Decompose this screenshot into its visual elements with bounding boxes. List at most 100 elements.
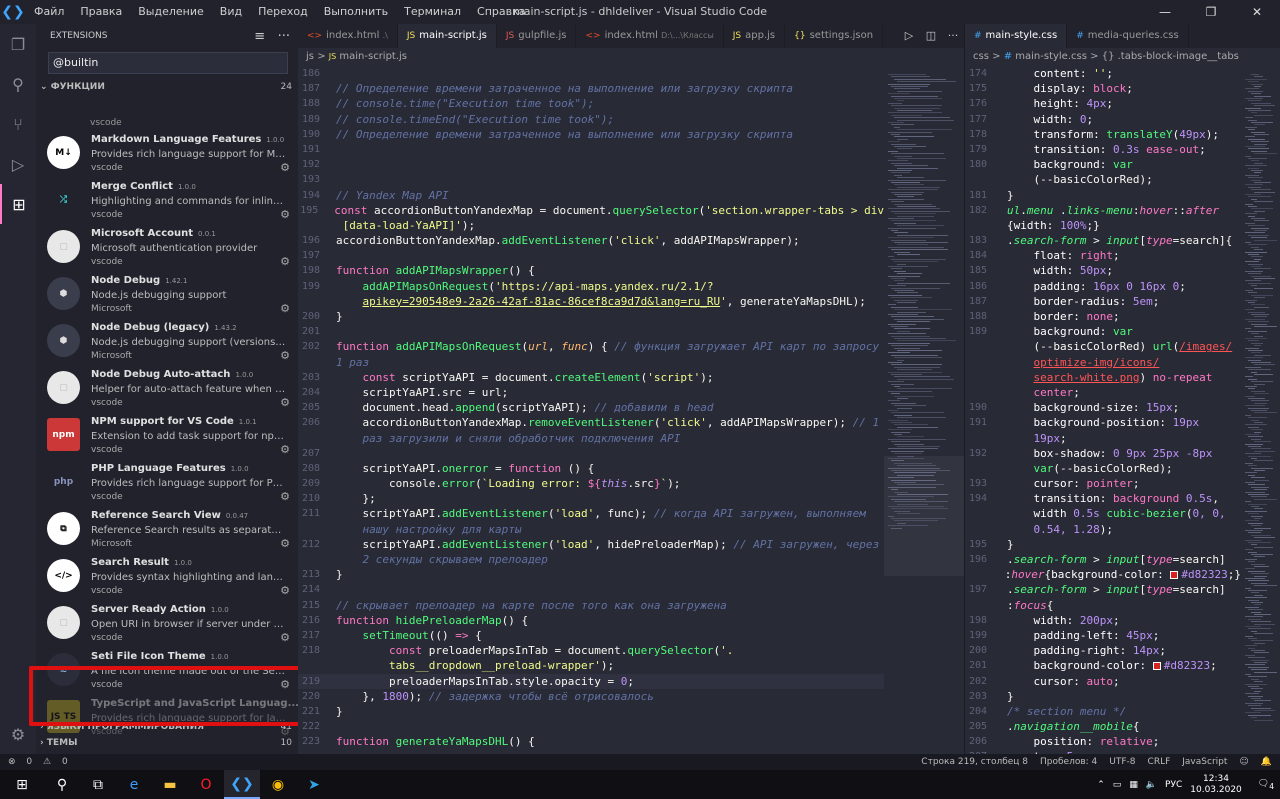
battery-icon[interactable]: ▭ <box>1113 780 1122 790</box>
gear-icon[interactable]: ⚙ <box>280 208 290 221</box>
editor-tab[interactable]: JS app.js <box>724 24 786 48</box>
extensions-search-input[interactable]: @builtin <box>48 52 288 74</box>
eol[interactable]: CRLF <box>1148 757 1171 767</box>
editor-tab[interactable]: <> index.html .\ <box>298 24 398 48</box>
edge-icon[interactable]: e <box>116 770 152 799</box>
minimap-line <box>1248 186 1261 188</box>
minimap-line <box>1251 294 1273 296</box>
more-actions-icon[interactable]: ··· <box>278 29 290 44</box>
breadcrumb-folder[interactable]: css <box>973 51 989 62</box>
gear-icon[interactable]: ⚙ <box>280 631 290 644</box>
gear-icon[interactable]: ⚙ <box>280 349 290 362</box>
breadcrumb-folder[interactable]: js <box>306 51 314 62</box>
extension-item[interactable]: M↓ Markdown Language Features 1.0.0 Provi… <box>36 130 298 177</box>
vscode-taskbar-icon[interactable]: ❮❯ <box>224 770 260 799</box>
extensions-icon[interactable]: ⊞ <box>0 184 36 224</box>
gear-icon[interactable]: ⚙ <box>280 396 290 409</box>
code-editor-main-script[interactable]: 186 187// Определение времени затраченное… <box>298 66 884 754</box>
opera-icon[interactable]: O <box>188 770 224 799</box>
minimap-line <box>1254 162 1263 164</box>
minimize-icon[interactable]: — <box>1142 0 1188 24</box>
code-line: 212 scriptYaAPI.addEventListener('load',… <box>298 537 884 552</box>
explorer-icon[interactable]: ❐ <box>0 24 36 64</box>
split-editor-icon[interactable]: ◫ <box>920 24 942 48</box>
minimap-line <box>1245 568 1255 570</box>
extension-item[interactable]: php PHP Language Features 1.0.0 Provides … <box>36 459 298 506</box>
chrome-icon[interactable]: ◉ <box>260 770 296 799</box>
breadcrumb-symbol[interactable]: {} .tabs-block-image__tabs <box>1102 51 1239 62</box>
line-number <box>965 218 987 233</box>
editor-tab[interactable]: {} settings.json <box>785 24 884 48</box>
feedback-icon[interactable]: ☺ <box>1239 757 1248 767</box>
file-explorer-icon[interactable]: ▬ <box>152 770 188 799</box>
extension-item[interactable]: ⬢ Node Debug 1.42.1 Node.js debugging sup… <box>36 271 298 318</box>
gear-icon[interactable]: ⚙ <box>280 490 290 503</box>
tray-chevron-icon[interactable]: ⌃ <box>1097 780 1105 790</box>
gear-icon[interactable]: ⚙ <box>280 584 290 597</box>
line-number: 187 <box>968 295 987 307</box>
menu-file[interactable]: Файл <box>26 0 72 24</box>
menu-edit[interactable]: Правка <box>72 0 130 24</box>
network-icon[interactable]: ▦ <box>1129 780 1138 790</box>
task-view-icon[interactable]: ⧉ <box>80 770 116 799</box>
clock[interactable]: 12:34 10.03.2020 <box>1190 774 1242 796</box>
breadcrumb-file[interactable]: main-style.css <box>1015 51 1087 62</box>
minimap-line <box>1248 177 1263 179</box>
indentation[interactable]: Пробелов: 4 <box>1040 757 1097 767</box>
section-features-header[interactable]: ⌄ ФУНКЦИИ 24 <box>36 78 298 96</box>
minimap-line <box>891 230 898 231</box>
menu-run[interactable]: Выполнить <box>316 0 396 24</box>
minimap[interactable] <box>884 66 964 754</box>
extension-item[interactable]: npm NPM support for VS Code 1.0.1 Extensi… <box>36 412 298 459</box>
volume-icon[interactable]: 🔈 <box>1146 780 1157 790</box>
restore-icon[interactable]: ❐ <box>1188 0 1234 24</box>
encoding[interactable]: UTF-8 <box>1109 757 1135 767</box>
notifications-icon[interactable]: 🔔 <box>1261 757 1272 767</box>
editor-tab[interactable]: <> index.html D:\...\Классы <box>576 24 724 48</box>
extension-item[interactable]: ⬢ Node Debug (legacy) 1.43.2 Node.js debu… <box>36 318 298 365</box>
menu-go[interactable]: Переход <box>250 0 316 24</box>
editor-tab[interactable]: JS main-script.js <box>397 24 497 48</box>
run-debug-icon[interactable]: ▷ <box>0 144 36 184</box>
gear-icon[interactable]: ⚙ <box>280 537 290 550</box>
input-language[interactable]: РУС <box>1165 780 1182 790</box>
editor-tab[interactable]: # media-queries.css <box>1067 24 1189 48</box>
search-icon[interactable]: ⚲ <box>44 770 80 799</box>
gear-icon[interactable]: ⚙ <box>280 161 290 174</box>
action-center-icon[interactable]: 🗨4 <box>1258 779 1274 791</box>
menu-selection[interactable]: Выделение <box>130 0 212 24</box>
run-icon[interactable]: ▷ <box>898 24 920 48</box>
minimap-line <box>1254 210 1265 212</box>
errors-indicator[interactable]: ⊗ 0 ⚠ 0 <box>8 757 76 767</box>
minimap-2[interactable] <box>1241 66 1280 754</box>
clear-filter-icon[interactable]: ≡ <box>254 29 265 44</box>
menu-help[interactable]: Справка <box>469 0 533 24</box>
gear-icon[interactable]: ⚙ <box>280 443 290 456</box>
manage-gear-icon[interactable]: ⚙ <box>0 725 36 744</box>
source-control-icon[interactable]: ⑂ <box>0 104 36 144</box>
cursor-position[interactable]: Строка 219, столбец 8 <box>921 757 1028 767</box>
menu-terminal[interactable]: Терминал <box>396 0 469 24</box>
minimap-line <box>1248 676 1267 678</box>
editor-tab[interactable]: JS gulpfile.js <box>497 24 577 48</box>
close-icon[interactable]: ✕ <box>1234 0 1280 24</box>
menu-view[interactable]: Вид <box>212 0 250 24</box>
editor-tab[interactable]: # main-style.css <box>965 24 1068 48</box>
more-actions-icon[interactable]: ··· <box>942 24 964 48</box>
extension-item[interactable]: ▢ Node Debug Auto-attach 1.0.0 Helper for… <box>36 365 298 412</box>
extension-item[interactable]: ▢ Server Ready Action 1.0.0 Open URI in b… <box>36 600 298 647</box>
extension-item[interactable]: ⤮ Merge Conflict 1.0.0 Highlighting and c… <box>36 177 298 224</box>
language-mode[interactable]: JavaScript <box>1182 757 1227 767</box>
code-editor-main-style[interactable]: 174 content: ''; 175 display: block; 176 h… <box>965 66 1241 754</box>
windows-start-icon[interactable]: ⊞ <box>0 770 44 799</box>
extension-item[interactable]: ⧉ Reference Search View 0.0.47 Reference … <box>36 506 298 553</box>
section-themes-header[interactable]: › ТЕМЫ 10 <box>36 738 298 754</box>
extension-item[interactable]: ▢ Microsoft Account 0.0.1 Microsoft authe… <box>36 224 298 271</box>
gear-icon[interactable]: ⚙ <box>280 302 290 315</box>
search-icon[interactable]: ⚲ <box>0 64 36 104</box>
line-number: 209 <box>301 478 320 490</box>
telegram-icon[interactable]: ➤ <box>296 770 332 799</box>
extension-item[interactable]: </> Search Result 1.0.0 Provides syntax h… <box>36 553 298 600</box>
gear-icon[interactable]: ⚙ <box>280 255 290 268</box>
breadcrumb-file[interactable]: main-script.js <box>339 51 407 62</box>
